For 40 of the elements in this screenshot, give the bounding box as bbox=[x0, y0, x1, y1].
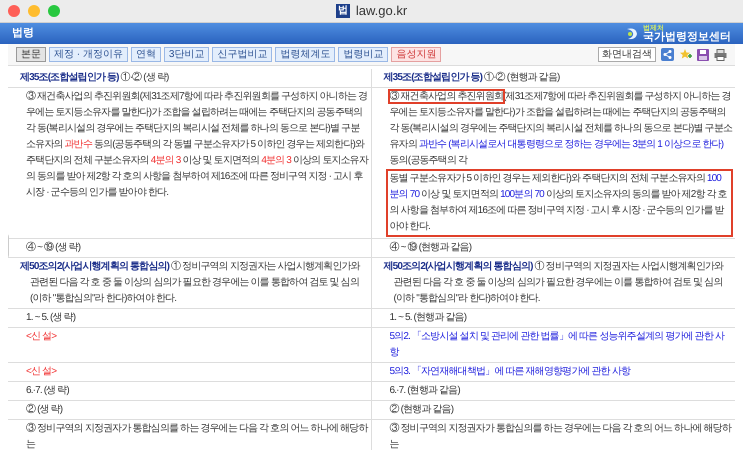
logo-title: 국가법령정보센터 bbox=[643, 32, 731, 42]
print-icon[interactable] bbox=[714, 48, 727, 60]
toolbar-tab[interactable]: 제정 · 개정이유 bbox=[49, 47, 128, 62]
law-text: 5의3. 「자연재해대책법」에 따른 재해영향평가에 관한 사항 bbox=[390, 364, 632, 379]
law-text: ③ 재건축사업의 추진위원회(제31조제7항에 따라 추진위원회를 구성하지 아니하는 경우에는 토지등소유자를 말한다)가 조합을 설립하려는 때에는 주택단지의 공동주택의 각 동(복리시설의 경우에는 주택단지의 복리시설 전체를 하나의 동으로 본다)별 구분소유자의 과반수 (복리시설로서 대통령령으로 정하는 경우에는 3분의 1 이상으로 한다) 동의(공동주택의 각 bbox=[390, 90, 733, 168]
law-text: <신 설> bbox=[26, 365, 58, 379]
law-text: 6.·7. (생 략) bbox=[26, 384, 70, 398]
share-icon[interactable] bbox=[661, 48, 674, 61]
highlighted-paragraph: 동별 구분소유자가 5 이하인 경우는 제외한다)와 주택단지의 전체 구분소유자의 100분의 70 이상 및 토지면적의 100분의 70 이상의 토지소유자의 동의를 받아 제2항 각 호의 사항을 첨부하여 제16조에 따른 정비구역 지정 · 고시 후 시장 · 군수등의 인가를 받아야 한다. bbox=[386, 169, 733, 237]
toolbar-tab[interactable]: 연혁 bbox=[130, 47, 161, 62]
law-text: ④ ~ ⑲ (생 략) bbox=[26, 240, 82, 255]
law-text: ③ 재건축사업의 추진위원회(제31조제7항에 따라 추진위원회를 구성하지 아니하는 경우에는 토지등소유자를 말한다)가 조합을 설립하려는 때에는 주택단지의 공동주택의 각 동(복리시설의 경우에는 주택단지의 복리시설 전체를 하나의 동으로 본다)별 구분소유자의 과반수 동의(공동주택의 각 동별 구분소유자가 5 이하인 경우는 제외한다)와 주택단지의 전체 구분소유자의 4분의 3 이상 및 토지면적의 4분의 3 이상의 토지소유자의 동의를 받아 제2항 각 호의 사항을 첨부하여 제16조에 따른 정비구역 지정 · 고시 후 시장 · 군수등의 인가를 받아야 한다. bbox=[26, 90, 368, 200]
toolbar-tab[interactable]: 음성지원 bbox=[391, 47, 442, 62]
window-title: law.go.kr bbox=[356, 2, 408, 20]
law-text: 제50조의2(사업시행계획의 통합심의) ① 정비구역의 지정권자는 사업시행계획인가와 관련된 다음 각 호 중 둘 이상의 심의가 필요한 경우에는 이를 통합하여 검토 및 심의(이하 "통합심의"라 한다)하여야 한다. bbox=[384, 260, 725, 306]
toolbar-tab[interactable]: 신구법비교 bbox=[212, 47, 272, 62]
toolbar-tab[interactable]: 법령비교 bbox=[338, 47, 388, 62]
toolbar-tab[interactable]: 3단비교 bbox=[164, 47, 210, 62]
law-text: <신 설> bbox=[26, 330, 58, 344]
toolbar-tab[interactable]: 본문 bbox=[16, 47, 46, 62]
law-text: 5의2. 「소방시설 설치 및 관리에 관한 법률」에 따른 성능위주설계의 평가에 관한 사항 bbox=[390, 330, 726, 360]
law-text: 제35조(조합설립인가 등) ①·② (생 략) bbox=[20, 70, 170, 85]
toolbar-tab[interactable]: 법령체계도 bbox=[275, 47, 336, 62]
law-text: ② (생 략) bbox=[26, 402, 64, 417]
law-text: 제35조(조합설립인가 등) ①·② (현행과 같음) bbox=[384, 70, 561, 85]
save-icon[interactable] bbox=[697, 48, 709, 60]
star-add-icon[interactable] bbox=[679, 48, 692, 61]
close-window-icon[interactable] bbox=[8, 5, 20, 17]
site-favicon: 법 bbox=[336, 4, 350, 18]
law-text: ② (현행과 같음) bbox=[390, 402, 454, 417]
law-text: 제50조의2(사업시행계획의 통합심의) ① 정비구역의 지정권자는 사업시행계획인가와 관련된 다음 각 호 중 둘 이상의 심의가 필요한 경우에는 이를 통합하여 검토 및 심의(이하 "통합심의"라 한다)하여야 한다. bbox=[20, 260, 362, 306]
law-text: 6.·7. (현행과 같음) bbox=[390, 384, 461, 398]
law-text: 1. ~ 5. (생 략) bbox=[26, 311, 76, 325]
law-text: ③ 정비구역의 지정권자가 통합심의를 하는 경우에는 다음 각 호의 어느 하나에 해당하는 bbox=[390, 422, 732, 450]
law-text: ④ ~ ⑲ (현행과 같음) bbox=[390, 240, 472, 255]
in-page-search-button[interactable]: 화면내검색 bbox=[598, 47, 656, 62]
zoom-window-icon[interactable] bbox=[48, 5, 60, 17]
law-text: 1. ~ 5. (현행과 같음) bbox=[390, 311, 468, 325]
header-title: 법령 bbox=[12, 26, 34, 42]
law-text: ③ 정비구역의 지정권자가 통합심의를 하는 경우에는 다음 각 호의 어느 하나에 해당하는 bbox=[26, 422, 368, 450]
